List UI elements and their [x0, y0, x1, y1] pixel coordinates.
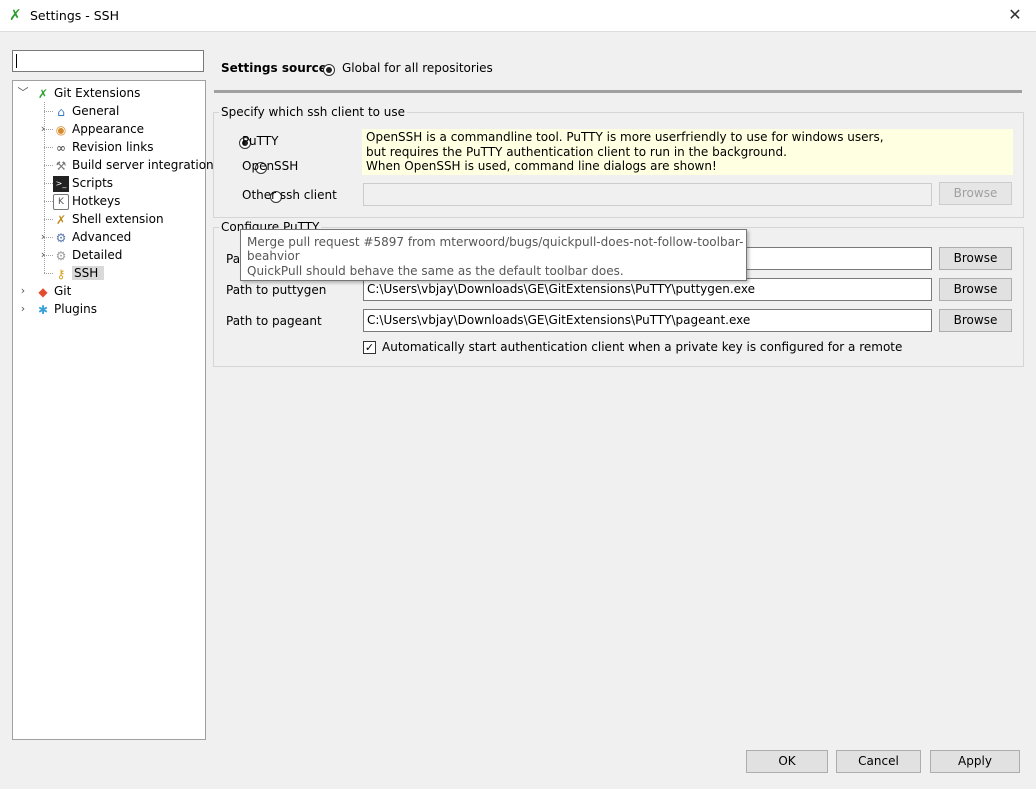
- window-title: Settings - SSH: [30, 8, 119, 23]
- ok-button[interactable]: OK: [746, 750, 828, 773]
- chevron-right-icon[interactable]: ›: [37, 246, 49, 264]
- tree-item-revision-links[interactable]: ∞ Revision links: [53, 138, 153, 156]
- tree-item-appearance[interactable]: ◉ Appearance: [53, 120, 144, 138]
- autostart-auth-label[interactable]: Automatically start authentication clien…: [382, 340, 902, 354]
- tree-guide-line: [44, 201, 53, 202]
- puttygen-path-label: Path to puttygen: [226, 283, 327, 297]
- tree-item-label: Shell extension: [72, 212, 164, 226]
- tooltip-line-1: Merge pull request #5897 from mterwoord/…: [247, 235, 744, 263]
- tree-guide-line: [44, 111, 53, 112]
- other-ssh-client-browse-button[interactable]: Browse: [939, 182, 1012, 205]
- pageant-path-input[interactable]: C:\Users\vbjay\Downloads\GE\GitExtension…: [363, 309, 932, 332]
- link-icon: ∞: [56, 140, 66, 155]
- gear-icon: ⚙: [55, 248, 67, 263]
- note-line: but requires the PuTTY authentication cl…: [366, 144, 787, 159]
- git-icon: ◆: [38, 284, 48, 299]
- tree-item-hotkeys[interactable]: K Hotkeys: [53, 192, 120, 210]
- tree-item-label: Git Extensions: [54, 86, 141, 100]
- tree-guide-line: [44, 165, 53, 166]
- git-extensions-icon: ✗: [37, 86, 49, 101]
- ssh-client-note: OpenSSH is a commandline tool. PuTTY is …: [362, 129, 1013, 175]
- other-ssh-client-path-input[interactable]: [363, 183, 932, 206]
- title-bar: ✗ Settings - SSH ✕: [0, 0, 1036, 32]
- autostart-auth-checkbox[interactable]: ✓: [363, 341, 376, 354]
- tree-item-label: Build server integration: [72, 158, 214, 172]
- tree-item-plugins[interactable]: ✱ Plugins: [35, 300, 97, 318]
- tree-item-label: Revision links: [72, 140, 154, 154]
- tree-item-label: Appearance: [72, 122, 145, 136]
- settings-tree[interactable]: ﹀ ✗ Git Extensions ⌂ General › ◉ Appearance ∞ Rev…: [12, 80, 214, 740]
- tree-item-label: Advanced: [72, 230, 132, 244]
- tree-item-git-extensions[interactable]: ✗ Git Extensions: [35, 84, 140, 102]
- tree-item-label: Scripts: [72, 176, 114, 190]
- cancel-button[interactable]: Cancel: [836, 750, 921, 773]
- tree-guide-line: [44, 183, 53, 184]
- tree-item-shell-extension[interactable]: ✗ Shell extension: [53, 210, 164, 228]
- console-icon: >_: [53, 175, 69, 192]
- tree-item-general[interactable]: ⌂ General: [53, 102, 119, 120]
- other-ssh-client-label[interactable]: Other ssh client: [242, 188, 337, 202]
- chevron-right-icon[interactable]: ›: [37, 120, 49, 138]
- tree-item-label: Detailed: [72, 248, 123, 262]
- wrench-icon: ⚙: [55, 230, 67, 245]
- commit-tooltip: Merge pull request #5897 from mterwoord/…: [240, 229, 747, 281]
- pageant-path-label: Path to pageant: [226, 314, 322, 328]
- chevron-right-icon[interactable]: ›: [17, 300, 29, 318]
- global-source-option[interactable]: Global for all repositories: [342, 61, 493, 75]
- key-icon: ⚷: [56, 266, 66, 281]
- chevron-right-icon[interactable]: ›: [17, 282, 29, 300]
- plink-browse-button[interactable]: Browse: [939, 247, 1012, 270]
- note-line: OpenSSH is a commandline tool. PuTTY is …: [366, 130, 884, 144]
- home-icon: ⌂: [57, 104, 65, 119]
- tree-guide-line: [44, 147, 53, 148]
- tree-item-build-server-integration[interactable]: ⚒ Build server integration: [53, 156, 214, 174]
- tree-guide-line: [44, 273, 53, 274]
- settings-source-label: Settings source:: [221, 61, 332, 75]
- openssh-option-label[interactable]: OpenSSH: [242, 159, 298, 173]
- tree-item-label: Hotkeys: [72, 194, 121, 208]
- global-source-radio[interactable]: [323, 63, 335, 76]
- shell-icon: ✗: [55, 212, 67, 227]
- tree-item-advanced[interactable]: ⚙ Advanced: [53, 228, 132, 246]
- tree-item-label: SSH: [72, 266, 105, 280]
- close-icon[interactable]: ✕: [1004, 4, 1026, 26]
- app-icon: ✗: [9, 6, 22, 24]
- chevron-down-icon[interactable]: ﹀: [17, 84, 29, 102]
- separator: [214, 90, 1022, 93]
- tree-item-scripts[interactable]: >_ Scripts: [53, 174, 113, 192]
- palette-icon: ◉: [55, 122, 67, 137]
- note-line: When OpenSSH is used, command line dialo…: [366, 159, 717, 173]
- text-caret: [16, 54, 17, 68]
- tree-item-label: Git: [54, 284, 72, 298]
- ssh-client-group-title: Specify which ssh client to use: [219, 105, 408, 119]
- tree-item-ssh[interactable]: ⚷ SSH: [53, 264, 105, 282]
- puttygen-browse-button[interactable]: Browse: [939, 278, 1012, 301]
- tooltip-line-2: QuickPull should behave the same as the …: [247, 264, 624, 278]
- tree-item-detailed[interactable]: ⚙ Detailed: [53, 246, 123, 264]
- apply-button[interactable]: Apply: [930, 750, 1020, 773]
- putty-option-label[interactable]: PuTTY: [242, 134, 278, 148]
- chevron-right-icon[interactable]: ›: [37, 228, 49, 246]
- keyboard-icon: K: [53, 193, 69, 210]
- build-icon: ⚒: [55, 158, 67, 173]
- tree-item-label: General: [72, 104, 120, 118]
- pageant-browse-button[interactable]: Browse: [939, 309, 1012, 332]
- puttygen-path-input[interactable]: C:\Users\vbjay\Downloads\GE\GitExtension…: [363, 278, 932, 301]
- settings-search-input[interactable]: [12, 50, 204, 72]
- tree-item-label: Plugins: [54, 302, 97, 316]
- tree-guide-line: [44, 219, 53, 220]
- puzzle-icon: ✱: [37, 302, 49, 317]
- tree-item-git[interactable]: ◆ Git: [35, 282, 71, 300]
